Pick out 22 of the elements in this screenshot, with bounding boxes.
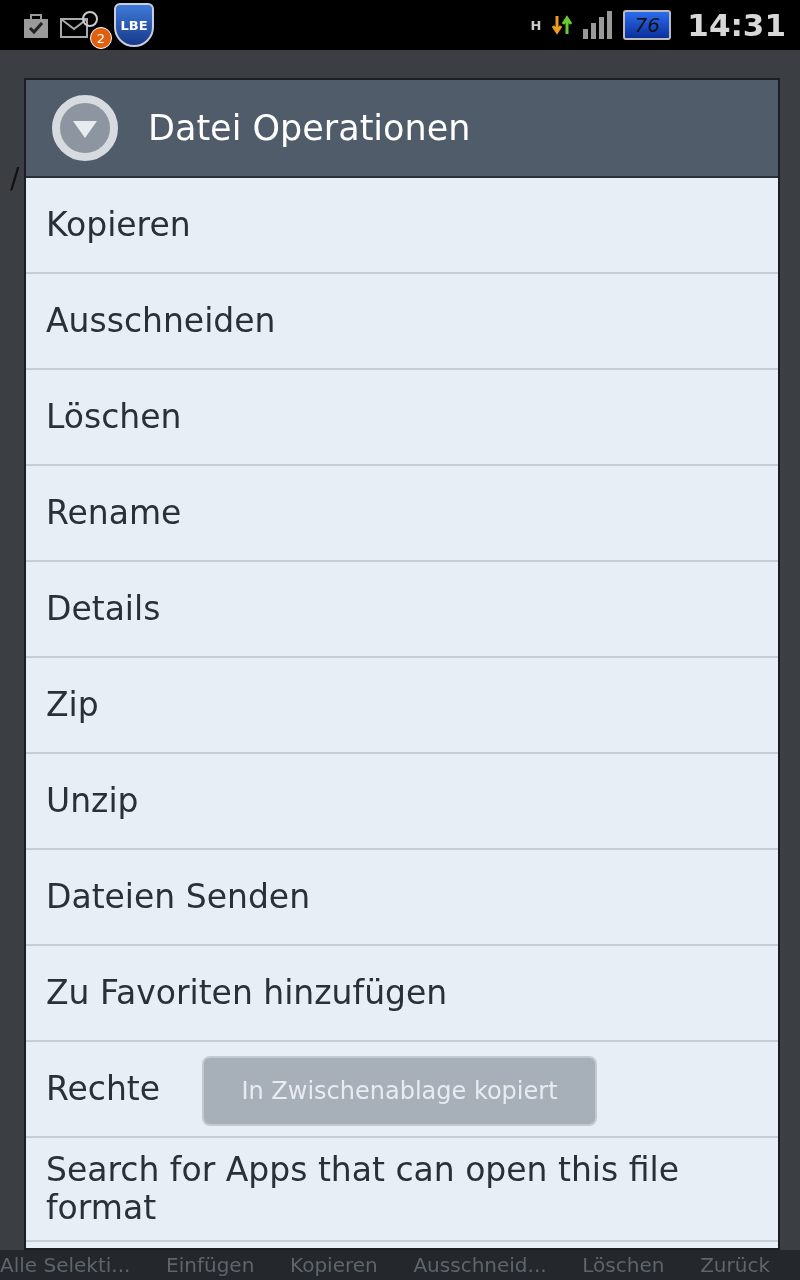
menu-item[interactable]: Löschen bbox=[26, 370, 778, 466]
menu-item[interactable]: Kopieren bbox=[26, 178, 778, 274]
menu-item[interactable]: Search for Apps that can open this file format bbox=[26, 1138, 778, 1242]
menu-item[interactable]: Details bbox=[26, 562, 778, 658]
menu-item[interactable]: Unzip bbox=[26, 754, 778, 850]
battery-icon: 76 bbox=[623, 10, 672, 40]
notification-badge: 2 bbox=[90, 27, 112, 49]
menu-item[interactable]: Zu Favoriten hinzufügen bbox=[26, 946, 778, 1042]
signal-icon bbox=[583, 11, 614, 39]
shopping-bag-icon bbox=[22, 11, 50, 39]
menu-item[interactable]: Ausschneiden bbox=[26, 274, 778, 370]
data-arrows-icon bbox=[551, 14, 574, 36]
dialog-title: Datei Operationen bbox=[148, 108, 471, 148]
menu-item[interactable]: Rename bbox=[26, 466, 778, 562]
network-type-label: H bbox=[530, 17, 542, 33]
menu-item[interactable]: Dateien Senden bbox=[26, 850, 778, 946]
clock: 14:31 bbox=[687, 7, 786, 43]
menu-item[interactable]: Zip bbox=[26, 658, 778, 754]
shield-logo: LBE bbox=[114, 3, 154, 47]
dropdown-circle-icon bbox=[50, 93, 120, 163]
clipboard-toast: In Zwischenablage kopiert bbox=[202, 1056, 597, 1126]
path-text: / bbox=[10, 162, 20, 195]
